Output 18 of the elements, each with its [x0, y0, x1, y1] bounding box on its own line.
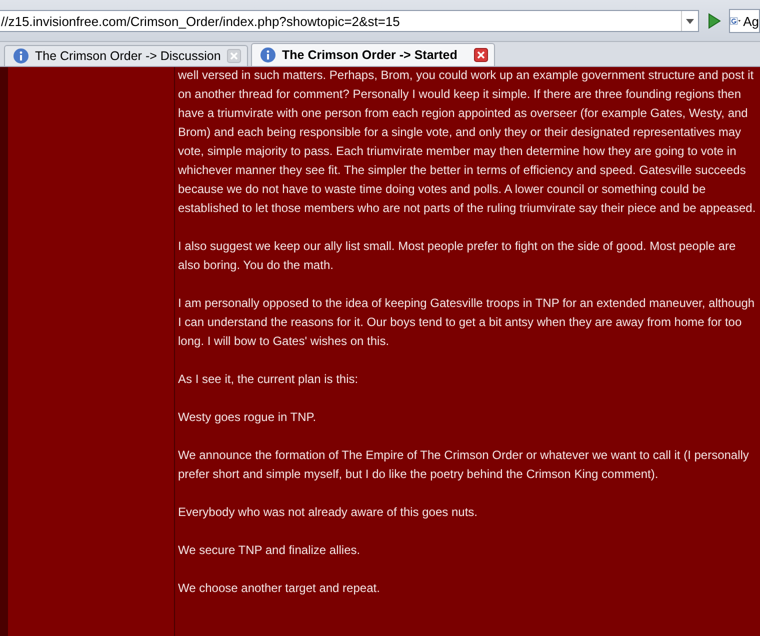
post-paragraph: I am personally opposed to the idea of keeping Gatesville troops in TNP for an extended maneuver, although I can understand the reasons for it. Our boys tend to get a bit antsy when they are away from home for too long. I will bow to Gates' wishes on this.: [178, 295, 756, 350]
search-text: Ag: [743, 14, 759, 28]
search-field[interactable]: Ag: [729, 9, 760, 33]
post-paragraph: We choose another target and repeat.: [178, 580, 381, 597]
info-icon: [13, 48, 29, 64]
post-paragraph: As I see it, the current plan is this:: [178, 371, 360, 388]
close-icon[interactable]: [474, 48, 488, 62]
post-paragraph: We secure TNP and finalize allies.: [178, 542, 362, 559]
address-field[interactable]: //z15.invisionfree.com/Crimson_Order/index.php?showtopic=2&st=15: [0, 10, 699, 32]
post-paragraph: well versed in such matters. Perhaps, Brom, you could work up an example government structure and post it on another thread for comment? Personally I would keep it simple. If there are three founding regions then have a triumvirate with one person from each region appointed as overseer (for example Gates, Westy, and Brom) and each being responsible for a single vote, and only they or their designated representatives may vote, simple majority to pass. Each triumvirate member may then determine how they are going to vote in whichever manner they see fit. The simpler the better in terms of efficiency and speed. Gatesville succeeds because we do not have to waste time doing votes and polls. A lower council or something could be established to let those members who are not parts of the ruling triumvirate say their piece and be appeased.: [178, 67, 757, 217]
info-icon: [260, 47, 276, 63]
url-text: //z15.invisionfree.com/Crimson_Order/index.php?showtopic=2&st=15: [0, 14, 401, 28]
post-paragraph: We announce the formation of The Empire of The Crimson Order or whatever we want to call it (I personally prefer short and simple myself, but I do like the poetry behind the Crimson King comment).: [178, 447, 750, 483]
browser-tab[interactable]: The Crimson Order -> Started: [251, 43, 495, 66]
post-paragraph: Everybody who was not already aware of this goes nuts.: [178, 504, 478, 521]
post-paragraph: Westy goes rogue in TNP.: [178, 409, 318, 426]
browser-tab[interactable]: The Crimson Order -> Discussion: [4, 45, 248, 66]
post-paragraph: I also suggest we keep our ally list small. Most people prefer to fight on the side of good. Most people are also boring. You do the math.: [178, 238, 737, 274]
